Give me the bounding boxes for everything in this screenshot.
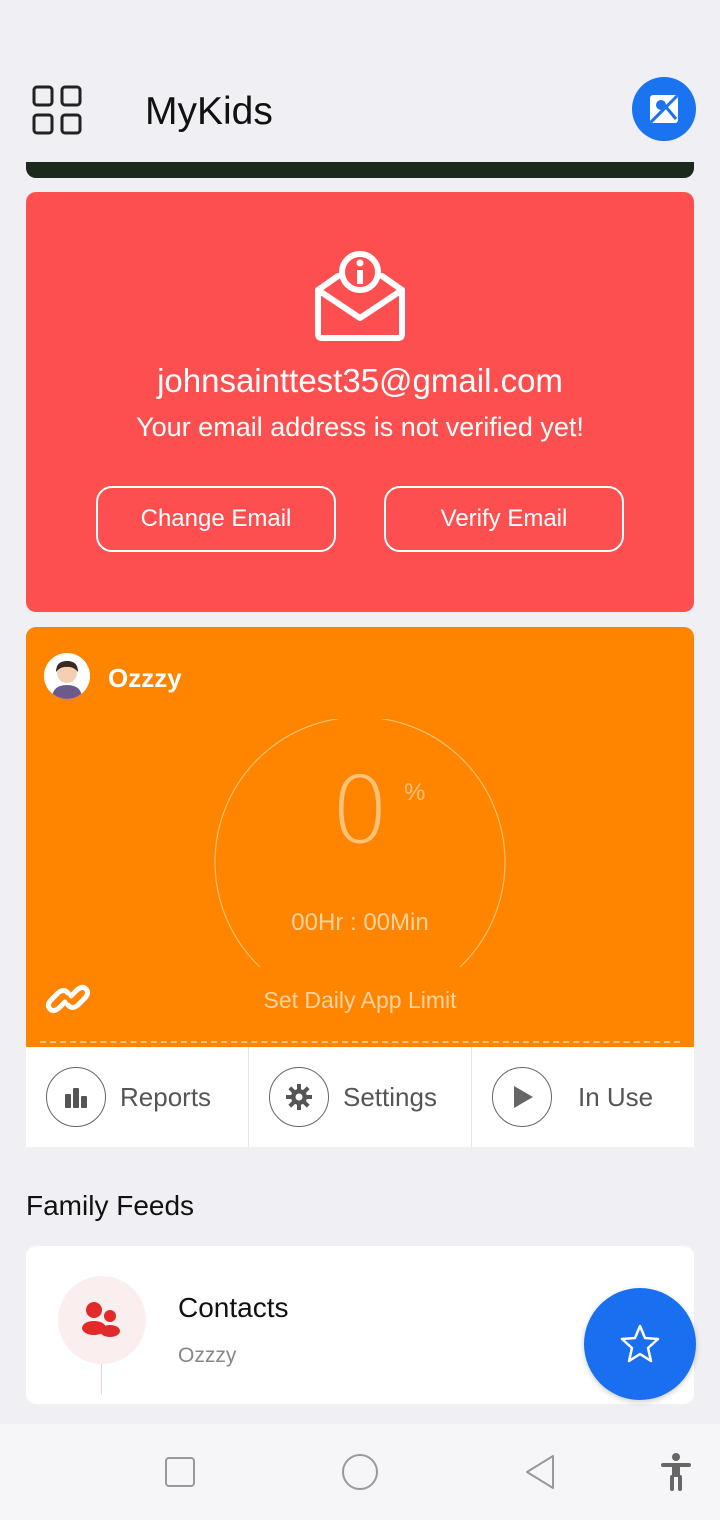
reports-label: Reports	[120, 1081, 212, 1112]
play-icon	[492, 1067, 552, 1127]
kid-avatar	[44, 653, 90, 699]
settings-button[interactable]: Settings	[249, 1047, 472, 1147]
accessibility-button[interactable]	[656, 1452, 696, 1492]
square-icon	[165, 1457, 195, 1487]
profile-image-button[interactable]	[632, 77, 696, 141]
usage-time: 00Hr : 00Min	[291, 909, 429, 936]
family-feeds-heading: Family Feeds	[26, 1190, 195, 1221]
system-navigation-bar	[0, 1424, 720, 1520]
usage-percent-sign: %	[404, 779, 426, 806]
recent-apps-button[interactable]	[160, 1452, 200, 1492]
feed-title: Contacts	[178, 1292, 289, 1323]
verify-email-button[interactable]: Verify Email	[384, 486, 624, 552]
settings-label: Settings	[343, 1081, 437, 1112]
gear-icon	[269, 1067, 329, 1127]
email-verification-card: johnsainttest35@gmail.com Your email add…	[26, 192, 694, 612]
change-email-button[interactable]: Change Email	[96, 486, 336, 552]
back-button[interactable]	[520, 1452, 560, 1492]
star-icon	[620, 1324, 660, 1363]
banner-strip	[26, 162, 694, 178]
feed-timeline-line	[101, 1364, 102, 1394]
kid-usage-card[interactable]: Ozzzy 0 % 00Hr : 00Min Set Daily App Lim…	[26, 627, 694, 1047]
triangle-back-icon	[526, 1455, 554, 1489]
app-title: MyKids	[145, 90, 273, 133]
favorite-fab-button[interactable]	[584, 1288, 696, 1400]
set-daily-limit-link[interactable]: Set Daily App Limit	[26, 987, 694, 1014]
email-address: johnsainttest35@gmail.com	[157, 362, 563, 399]
verification-message: Your email address is not verified yet!	[136, 412, 584, 442]
mail-info-icon	[314, 250, 406, 342]
accessibility-icon	[661, 1453, 691, 1491]
in-use-label: In Use	[578, 1081, 654, 1112]
dashed-divider	[40, 1041, 680, 1043]
app-header: MyKids	[0, 70, 720, 155]
contacts-icon	[58, 1276, 146, 1364]
feed-subtitle: Ozzzy	[178, 1344, 237, 1367]
kid-name: Ozzzy	[108, 663, 182, 693]
circle-icon	[342, 1454, 378, 1490]
image-icon	[649, 94, 679, 124]
in-use-button[interactable]: In Use	[472, 1047, 694, 1147]
grid-menu-icon[interactable]	[32, 85, 82, 135]
bar-chart-icon	[46, 1067, 106, 1127]
usage-percent-value: 0	[330, 757, 390, 864]
kid-actions-bar: Reports Settings In Use	[26, 1047, 694, 1147]
reports-button[interactable]: Reports	[26, 1047, 249, 1147]
home-button[interactable]	[340, 1452, 380, 1492]
